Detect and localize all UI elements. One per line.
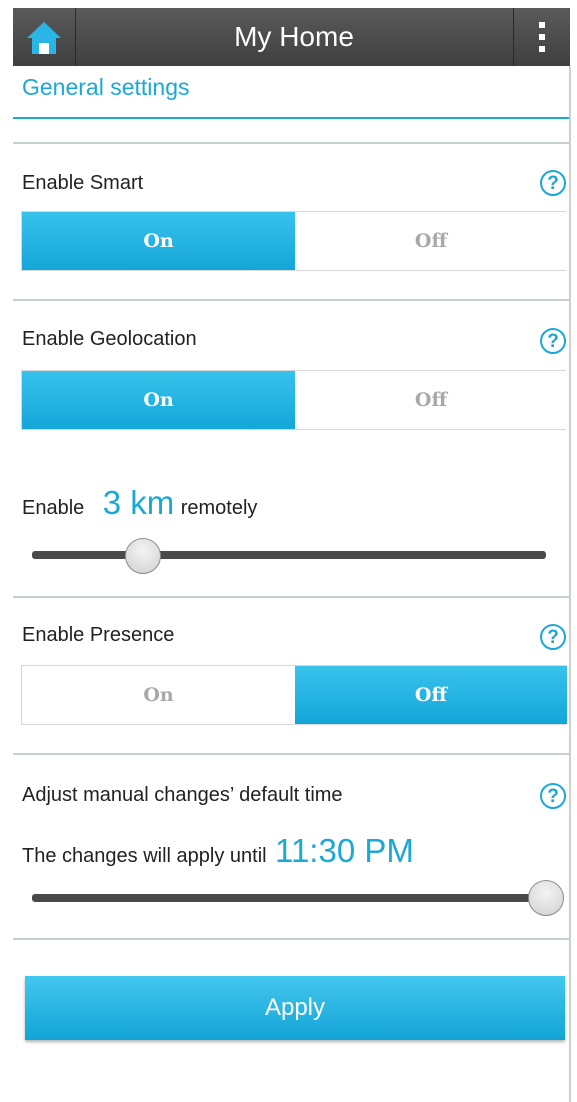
presence-toggle: On Off [21, 665, 567, 725]
apply-button[interactable]: Apply [25, 976, 565, 1040]
presence-off-option[interactable]: Off [295, 666, 567, 724]
manual-changes-label: Adjust manual changes’ default time [22, 784, 343, 806]
range-prefix: Enable [22, 497, 85, 519]
page-title: My Home [234, 21, 354, 52]
geolocation-off-option[interactable]: Off [295, 371, 567, 429]
help-icon[interactable]: ? [540, 624, 566, 650]
overflow-menu-button[interactable] [513, 8, 571, 66]
smart-label: Enable Smart [22, 172, 144, 194]
geolocation-range-text: Enable 3 km remotely [22, 484, 257, 524]
until-prefix: The changes will apply until [22, 845, 267, 867]
smart-on-option[interactable]: On [22, 212, 295, 270]
help-icon[interactable]: ? [540, 783, 566, 809]
section-underline [13, 117, 570, 119]
help-icon[interactable]: ? [540, 170, 566, 196]
manual-changes-until-text: The changes will apply until 11:30 PM [22, 832, 414, 870]
help-icon[interactable]: ? [540, 328, 566, 354]
divider [13, 142, 570, 144]
time-slider-thumb[interactable] [528, 880, 564, 916]
geolocation-on-option[interactable]: On [22, 371, 295, 429]
more-vertical-icon [539, 22, 545, 52]
section-title: General settings [22, 74, 190, 100]
presence-on-option[interactable]: On [22, 666, 295, 724]
smart-toggle: On Off [21, 211, 567, 271]
divider [13, 753, 570, 755]
range-suffix: remotely [180, 497, 258, 519]
home-button[interactable] [13, 8, 76, 66]
scrollbar [569, 66, 571, 1102]
distance-slider-thumb[interactable] [125, 538, 161, 574]
distance-slider-track[interactable] [32, 551, 546, 559]
divider [13, 596, 570, 598]
range-value: 3 km [102, 484, 175, 521]
until-value: 11:30 PM [275, 832, 414, 869]
divider [13, 299, 570, 301]
divider [13, 938, 570, 940]
geolocation-label: Enable Geolocation [22, 328, 197, 350]
time-slider-track[interactable] [32, 894, 546, 902]
home-icon [27, 22, 61, 54]
presence-label: Enable Presence [22, 624, 175, 646]
smart-off-option[interactable]: Off [295, 212, 567, 270]
geolocation-toggle: On Off [21, 370, 567, 430]
